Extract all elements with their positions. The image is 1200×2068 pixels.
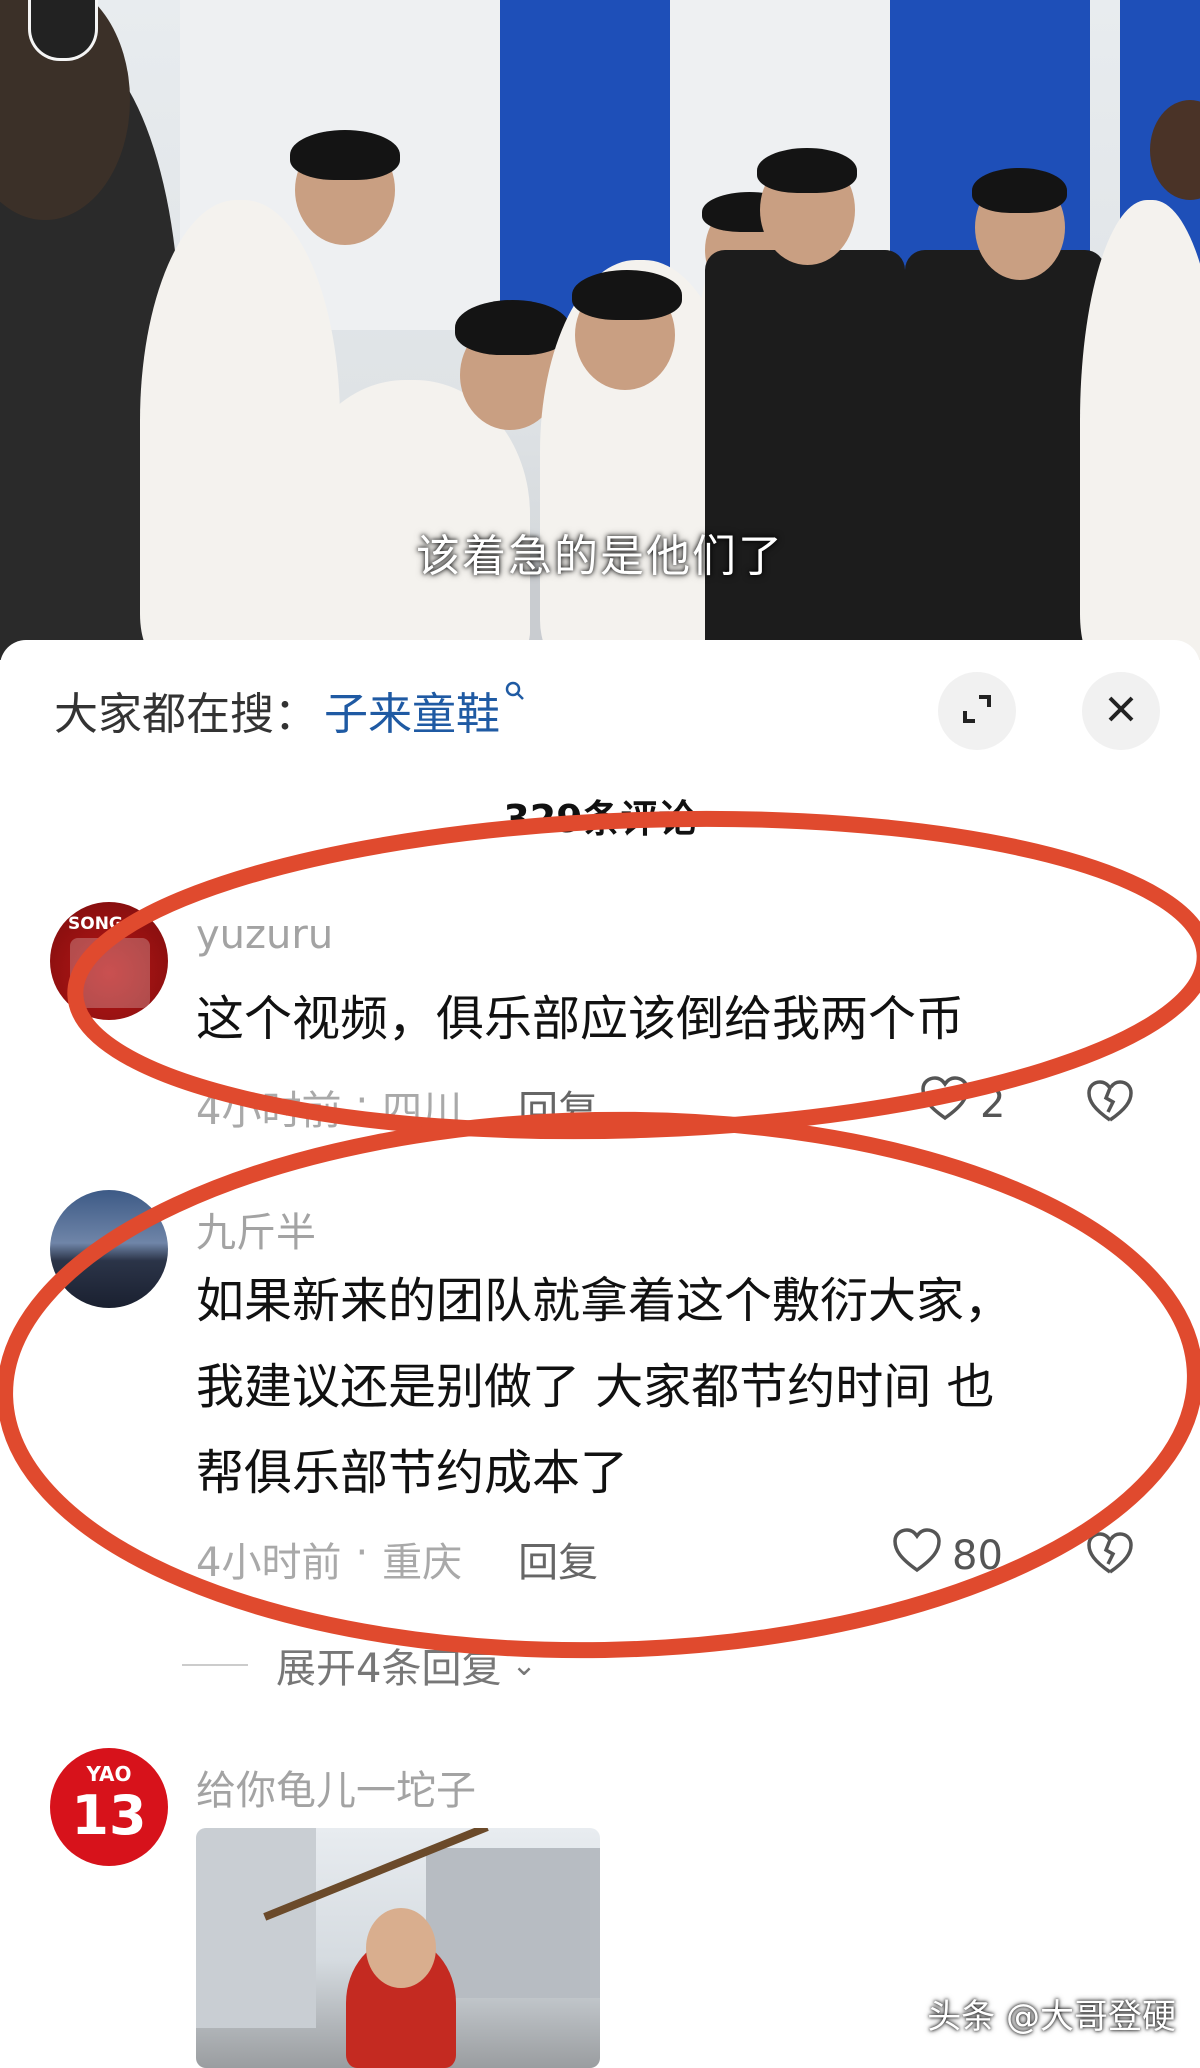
player bbox=[1080, 200, 1200, 660]
dislike-icon bbox=[1086, 1080, 1134, 1128]
staff-hair bbox=[757, 148, 857, 193]
video-subtitle: 该着急的是他们了 bbox=[416, 531, 784, 582]
comment-time: 4小时前 bbox=[196, 1088, 342, 1134]
staff-jacket bbox=[705, 250, 905, 660]
comment-text: 这个视频，俱乐部应该倒给我两个币 bbox=[196, 991, 965, 1047]
avatar[interactable]: SONG P bbox=[50, 902, 168, 1020]
staff-hair bbox=[972, 168, 1067, 213]
player-hair bbox=[455, 300, 570, 355]
avatar-jersey-text: SONG P bbox=[68, 914, 142, 934]
club-logo bbox=[28, 0, 98, 61]
dislike-icon bbox=[1086, 1532, 1134, 1580]
building bbox=[426, 1848, 600, 1998]
comment-location: 四川 bbox=[382, 1088, 463, 1134]
comment-username[interactable]: yuzuru bbox=[196, 912, 333, 958]
avatar[interactable] bbox=[50, 1190, 168, 1308]
person-photo-head bbox=[366, 1908, 436, 1988]
expand-divider bbox=[182, 1664, 248, 1666]
avatar[interactable]: YAO 13 bbox=[50, 1748, 168, 1866]
comment-meta: 4小时前 · 四川 回复 bbox=[196, 1078, 598, 1136]
dislike-button[interactable] bbox=[1086, 1080, 1134, 1128]
reply-button[interactable]: 回复 bbox=[518, 1530, 598, 1588]
avatar-jersey-number: 13 bbox=[71, 1784, 147, 1847]
expand-button[interactable] bbox=[938, 672, 1016, 750]
dislike-button[interactable] bbox=[1086, 1532, 1134, 1580]
heart-icon bbox=[892, 1528, 942, 1584]
video-player[interactable]: 该着急的是他们了 bbox=[0, 0, 1200, 660]
meta-separator: · bbox=[355, 1530, 369, 1576]
comment-count: 329条评论 bbox=[503, 797, 697, 841]
staff-jacket bbox=[905, 250, 1105, 660]
comment-text-line: 我建议还是别做了 大家都节约时间 也 bbox=[196, 1359, 995, 1415]
close-icon bbox=[1104, 692, 1138, 730]
comment-time: 4小时前 bbox=[196, 1540, 342, 1586]
heart-icon bbox=[920, 1076, 970, 1132]
building bbox=[196, 1828, 316, 2028]
search-icon bbox=[504, 680, 526, 708]
comment-username[interactable]: 九斤半 bbox=[196, 1200, 316, 1258]
chevron-down-icon: ⌄ bbox=[511, 1647, 537, 1683]
comment-meta: 4小时前 · 重庆 回复 bbox=[196, 1530, 598, 1588]
comment-image[interactable] bbox=[196, 1828, 600, 2068]
comment-location: 重庆 bbox=[382, 1540, 463, 1586]
expand-replies-label: 展开4条回复 bbox=[276, 1646, 502, 1692]
expand-icon bbox=[957, 689, 997, 733]
comment-username[interactable]: 给你龟儿一坨子 bbox=[196, 1758, 476, 1816]
close-button[interactable] bbox=[1082, 672, 1160, 750]
comment-text-line: 如果新来的团队就拿着这个敷衍大家， bbox=[196, 1273, 1013, 1329]
avatar-jersey-number bbox=[70, 938, 150, 1008]
meta-separator: · bbox=[355, 1078, 369, 1124]
comment-text: 如果新来的团队就拿着这个敷衍大家， 我建议还是别做了 大家都节约时间 也 帮俱乐… bbox=[196, 1258, 1146, 1516]
comment-sheet: 大家都在搜： 子来童鞋 329条评论 SONG P yuzuru 这个视频，俱乐… bbox=[0, 640, 1200, 2068]
comment-text-line: 帮俱乐部节约成本了 bbox=[196, 1445, 629, 1501]
player-hair bbox=[572, 270, 682, 320]
reply-button[interactable]: 回复 bbox=[518, 1078, 598, 1136]
like-count: 80 bbox=[952, 1533, 1003, 1579]
like-button[interactable]: 2 bbox=[920, 1076, 1005, 1132]
like-button[interactable]: 80 bbox=[892, 1528, 1003, 1584]
search-prefix: 大家都在搜： bbox=[54, 689, 318, 740]
like-count: 2 bbox=[980, 1081, 1006, 1127]
expand-replies[interactable]: 展开4条回复 ⌄ bbox=[182, 1636, 537, 1694]
watermark: 头条 @大哥登硬 bbox=[927, 1997, 1176, 2037]
player-hair bbox=[290, 130, 400, 180]
avatar-jersey-text: YAO bbox=[86, 1762, 132, 1786]
search-term-link[interactable]: 子来童鞋 bbox=[324, 678, 500, 742]
trending-search[interactable]: 大家都在搜： 子来童鞋 bbox=[54, 680, 526, 740]
